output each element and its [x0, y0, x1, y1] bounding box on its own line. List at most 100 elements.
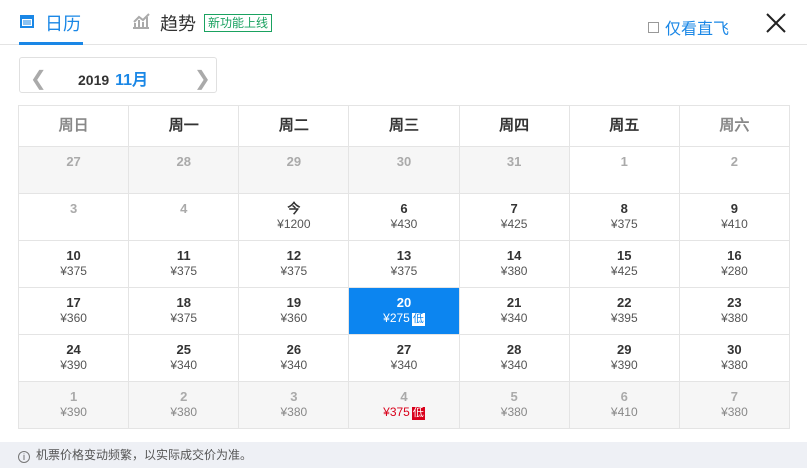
day-cell[interactable]: 7 ¥425 [459, 194, 570, 241]
weekday-header-cell: 周六 [679, 106, 790, 147]
price-value: ¥425 [610, 264, 638, 278]
day-cell[interactable]: 28 ¥340 [459, 335, 570, 382]
price-value: ¥380 [170, 405, 198, 419]
tab-trend[interactable]: 趋势 新功能上线 [132, 10, 273, 45]
day-cell[interactable]: 6 ¥430 [349, 194, 460, 241]
day-price: ¥340 [460, 358, 569, 373]
day-price: ¥410 [570, 405, 679, 420]
day-number: 4 [400, 389, 408, 404]
day-cell[interactable]: 14 ¥380 [459, 241, 570, 288]
day-cell[interactable]: 今 ¥1200 [239, 194, 350, 241]
day-cell[interactable]: 21 ¥340 [459, 288, 570, 335]
day-number: 27 [66, 154, 81, 169]
day-cell[interactable]: 26 ¥340 [239, 335, 350, 382]
day-cell[interactable]: 10 ¥375 [19, 241, 130, 288]
price-value: ¥280 [721, 264, 748, 278]
price-value: ¥410 [610, 405, 638, 419]
day-cell[interactable]: 17 ¥360 [19, 288, 130, 335]
day-cell[interactable]: 31 [459, 147, 570, 194]
day-price: ¥425 [570, 264, 679, 279]
week-row: 17 ¥360 18 ¥375 19 ¥360 20 ¥275 低 21 ¥340 22 ¥395 23 ¥… [19, 288, 790, 335]
close-button[interactable] [765, 12, 787, 34]
checkbox-box[interactable] [648, 21, 659, 33]
day-price: ¥380 [680, 358, 789, 373]
day-cell[interactable]: 27 [19, 147, 130, 194]
day-cell[interactable]: 9 ¥410 [679, 194, 790, 241]
day-cell[interactable]: 28 [129, 147, 240, 194]
day-number: 28 [176, 154, 191, 169]
day-cell[interactable]: 7 ¥380 [679, 382, 790, 429]
day-cell[interactable]: 30 [349, 147, 460, 194]
day-cell[interactable]: 22 ¥395 [569, 288, 680, 335]
year: 2019 [78, 72, 110, 88]
day-cell[interactable]: 27 ¥340 [349, 335, 460, 382]
day-cell[interactable]: 4 ¥375 低 [349, 382, 460, 429]
day-price: ¥375 [19, 264, 128, 279]
direct-only-label: 仅看直飞 [665, 21, 730, 38]
price-value: ¥340 [170, 358, 198, 372]
day-price: ¥1200 [239, 217, 348, 232]
day-price: ¥395 [570, 311, 679, 326]
week-row: 27 28 29 30 31 1 2 [19, 147, 790, 194]
price-value: ¥275 [383, 311, 410, 325]
price-value: ¥425 [500, 217, 528, 231]
day-cell[interactable]: 2 ¥380 [129, 382, 240, 429]
day-cell[interactable]: 23 ¥380 [679, 288, 790, 335]
day-number: 29 [286, 154, 302, 169]
price-value: ¥380 [500, 264, 528, 278]
day-cell[interactable]: 1 ¥390 [19, 382, 130, 429]
day-cell[interactable]: 24 ¥390 [19, 335, 130, 382]
day-cell[interactable]: 12 ¥375 [239, 241, 350, 288]
day-price: ¥430 [349, 217, 458, 232]
day-cell[interactable]: 15 ¥425 [569, 241, 680, 288]
day-number: 6 [620, 389, 628, 404]
day-cell[interactable]: 13 ¥375 [349, 241, 460, 288]
month-selector: ❮ 2019 11月 ❯ [19, 57, 217, 93]
price-value: ¥410 [721, 217, 748, 231]
day-price: ¥360 [239, 311, 348, 326]
day-price: ¥375 [129, 264, 238, 279]
day-number: 19 [286, 295, 302, 310]
price-value: ¥340 [390, 358, 418, 372]
price-value: ¥380 [500, 405, 528, 419]
day-number: 2 [180, 389, 188, 404]
day-number: 7 [510, 201, 518, 216]
day-cell[interactable]: 16 ¥280 [679, 241, 790, 288]
direct-only-checkbox[interactable]: 仅看直飞 [648, 15, 729, 39]
day-cell: 2 [679, 147, 790, 194]
price-value: ¥340 [500, 358, 528, 372]
day-cell[interactable]: 30 ¥380 [679, 335, 790, 382]
day-cell[interactable]: 8 ¥375 [569, 194, 680, 241]
next-month-chevron-right-icon[interactable]: ❯ [194, 66, 211, 91]
day-price: ¥375 [129, 311, 238, 326]
day-cell[interactable]: 6 ¥410 [569, 382, 680, 429]
day-price: ¥375 [239, 264, 348, 279]
new-feature-badge: 新功能上线 [204, 14, 273, 32]
price-value: ¥380 [280, 405, 308, 419]
day-number: 1 [69, 389, 78, 404]
lowest-price-badge: 低 [411, 313, 425, 326]
tab-calendar[interactable]: 日历 [19, 10, 83, 45]
day-cell[interactable]: 3 ¥380 [239, 382, 350, 429]
day-cell[interactable]: 11 ¥375 [129, 241, 240, 288]
day-cell[interactable]: 18 ¥375 [129, 288, 240, 335]
day-cell[interactable]: 29 ¥390 [569, 335, 680, 382]
day-cell[interactable]: 5 ¥380 [459, 382, 570, 429]
price-value: ¥340 [500, 311, 528, 325]
price-value: ¥430 [390, 217, 418, 231]
price-value: ¥360 [280, 311, 308, 325]
day-cell[interactable]: 25 ¥340 [129, 335, 240, 382]
day-cell[interactable]: 29 [239, 147, 350, 194]
weekday-header: 周日 周一 周二 周三 周四 周五 周六 [19, 106, 790, 147]
day-price: ¥425 [460, 217, 569, 232]
day-number: 16 [727, 248, 742, 263]
day-cell[interactable]: 19 ¥360 [239, 288, 350, 335]
weekday-header-cell: 周三 [349, 106, 460, 147]
day-number: 18 [176, 295, 191, 310]
day-cell: 1 [569, 147, 680, 194]
prev-month-chevron-left-icon[interactable]: ❮ [30, 66, 47, 91]
calendar-icon [19, 13, 35, 34]
day-price: ¥380 [129, 405, 238, 420]
tab-bar: 日历 趋势 新功能上线 仅看直飞 [0, 0, 807, 45]
day-cell[interactable]: 20 ¥275 低 [349, 288, 460, 335]
